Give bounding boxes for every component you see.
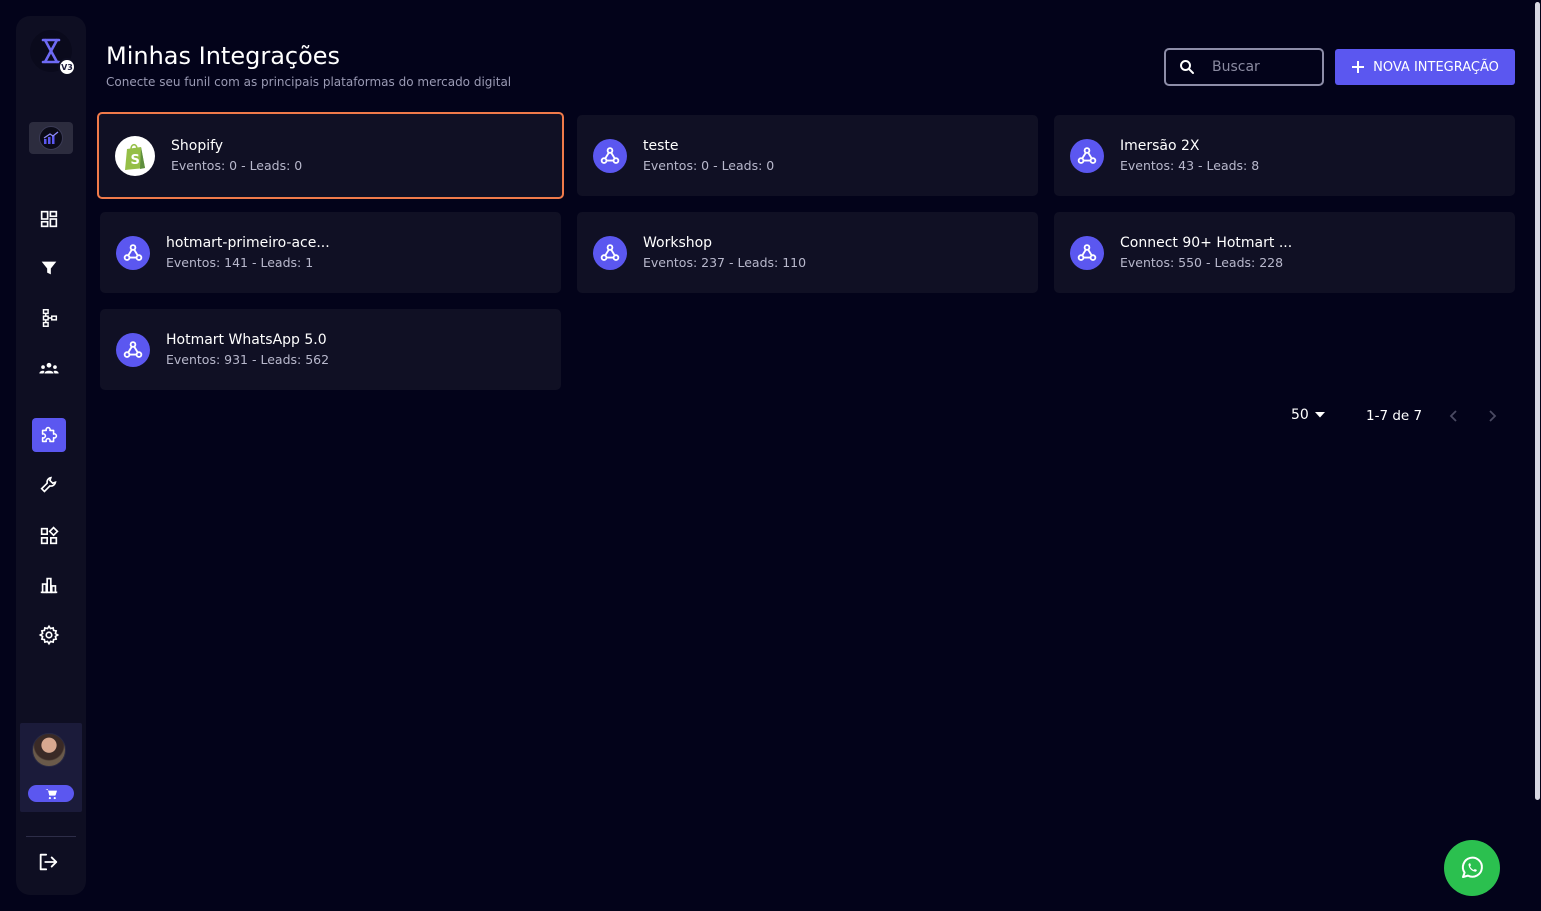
bar-chart-icon <box>40 577 58 594</box>
integration-stats: Eventos: 931 - Leads: 562 <box>166 352 330 367</box>
integration-card-workshop[interactable]: Workshop Eventos: 237 - Leads: 110 <box>577 212 1038 293</box>
integration-name: teste <box>643 138 679 154</box>
integration-info: Shopify Eventos: 0 - Leads: 0 <box>171 138 302 173</box>
new-integration-label: NOVA INTEGRAÇÃO <box>1373 59 1499 75</box>
integration-icon <box>116 332 150 367</box>
page-size-value: 50 <box>1291 407 1309 423</box>
logout-icon <box>39 853 58 871</box>
integration-stats: Eventos: 43 - Leads: 8 <box>1120 158 1260 173</box>
sidebar: V3 <box>16 16 86 895</box>
integration-card-shopify[interactable]: S Shopify Eventos: 0 - Leads: 0 <box>97 112 564 199</box>
new-integration-button[interactable]: NOVA INTEGRAÇÃO <box>1335 49 1515 85</box>
integration-info: Connect 90+ Hotmart ... Eventos: 550 - L… <box>1120 235 1292 270</box>
chevron-left-icon <box>1449 410 1457 422</box>
gear-icon <box>38 624 60 646</box>
wrench-icon <box>40 476 57 493</box>
integration-name: Imersão 2X <box>1120 138 1200 154</box>
shopify-icon: S <box>125 143 145 170</box>
workspace-switcher[interactable] <box>29 122 73 154</box>
app-logo[interactable]: V3 <box>30 30 76 76</box>
svg-text:S: S <box>131 153 140 168</box>
whatsapp-support-button[interactable] <box>1444 840 1500 896</box>
integration-name: Connect 90+ Hotmart ... <box>1120 235 1293 251</box>
nav-integrations[interactable] <box>32 418 66 452</box>
integration-name: hotmart-primeiro-ace... <box>166 235 330 251</box>
webhook-icon <box>600 243 620 261</box>
avatar[interactable] <box>32 733 66 767</box>
page-size-select[interactable]: 50 <box>1291 407 1325 423</box>
puzzle-icon <box>41 426 58 443</box>
sidebar-divider <box>26 836 76 837</box>
integration-info: hotmart-primeiro-ace... Eventos: 141 - L… <box>166 235 330 270</box>
integration-card-hotmart-primeiro[interactable]: hotmart-primeiro-ace... Eventos: 141 - L… <box>100 212 561 293</box>
nav-reports[interactable] <box>32 568 66 602</box>
workspace-logo <box>39 126 63 150</box>
integration-stats: Eventos: 550 - Leads: 228 <box>1120 255 1284 270</box>
chevron-right-icon <box>1489 410 1497 422</box>
page-title: Minhas Integrações <box>106 42 341 70</box>
webhook-icon <box>1077 243 1097 261</box>
search-box[interactable] <box>1164 48 1324 86</box>
scrollbar-thumb[interactable] <box>1535 2 1540 800</box>
whatsapp-icon <box>1461 856 1483 878</box>
integration-name: Shopify <box>171 138 224 154</box>
integration-name: Hotmart WhatsApp 5.0 <box>166 332 327 348</box>
plus-icon <box>1352 61 1365 73</box>
previous-page-button[interactable] <box>1443 405 1463 427</box>
nav-flows[interactable] <box>32 301 66 335</box>
integration-icon <box>1070 235 1104 270</box>
caret-down-icon <box>1314 412 1325 418</box>
integration-stats: Eventos: 0 - Leads: 0 <box>643 158 775 173</box>
integration-card-connect-90[interactable]: Connect 90+ Hotmart ... Eventos: 550 - L… <box>1054 212 1515 293</box>
version-badge: V3 <box>58 58 76 76</box>
user-profile[interactable] <box>20 723 82 812</box>
search-icon <box>1180 60 1194 74</box>
shopify-logo: S <box>115 135 155 176</box>
next-page-button[interactable] <box>1483 405 1503 427</box>
integration-icon <box>593 138 627 173</box>
filter-icon <box>41 261 57 275</box>
page-subtitle: Conecte seu funil com as principais plat… <box>106 75 512 89</box>
search-input[interactable] <box>1210 58 1310 76</box>
webhook-icon <box>123 243 143 261</box>
nav-funnels[interactable] <box>32 251 66 285</box>
page-range: 1-7 de 7 <box>1366 408 1423 424</box>
growth-chart-icon <box>43 131 59 144</box>
integration-info: teste Eventos: 0 - Leads: 0 <box>643 138 774 173</box>
integration-info: Hotmart WhatsApp 5.0 Eventos: 931 - Lead… <box>166 332 329 367</box>
page-scrollbar[interactable] <box>1533 0 1541 911</box>
dashboard-icon <box>40 210 58 228</box>
cart-icon <box>45 788 57 799</box>
integration-stats: Eventos: 237 - Leads: 110 <box>643 255 807 270</box>
widgets-icon <box>40 526 59 545</box>
users-icon <box>39 362 59 374</box>
logout-button[interactable] <box>34 848 62 876</box>
webhook-icon <box>1077 146 1097 164</box>
webhook-icon <box>600 146 620 164</box>
integration-card-teste[interactable]: teste Eventos: 0 - Leads: 0 <box>577 115 1038 196</box>
nav-contacts[interactable] <box>32 351 66 385</box>
integration-name: Workshop <box>643 235 713 251</box>
integration-card-hotmart-whatsapp[interactable]: Hotmart WhatsApp 5.0 Eventos: 931 - Lead… <box>100 309 561 390</box>
integration-info: Workshop Eventos: 237 - Leads: 110 <box>643 235 806 270</box>
nav-dashboard[interactable] <box>32 202 66 236</box>
cart-button[interactable] <box>28 785 74 802</box>
flowchart-icon <box>42 309 58 327</box>
integration-card-imersao[interactable]: Imersão 2X Eventos: 43 - Leads: 8 <box>1054 115 1515 196</box>
integration-stats: Eventos: 0 - Leads: 0 <box>171 158 303 173</box>
integration-icon <box>593 235 627 270</box>
nav-apps[interactable] <box>32 519 66 553</box>
integration-icon <box>1070 138 1104 173</box>
integration-info: Imersão 2X Eventos: 43 - Leads: 8 <box>1120 138 1259 173</box>
integration-stats: Eventos: 141 - Leads: 1 <box>166 255 314 270</box>
integration-icon <box>116 235 150 270</box>
webhook-icon <box>123 340 143 358</box>
nav-tools[interactable] <box>32 468 66 502</box>
nav-settings[interactable] <box>32 618 66 652</box>
